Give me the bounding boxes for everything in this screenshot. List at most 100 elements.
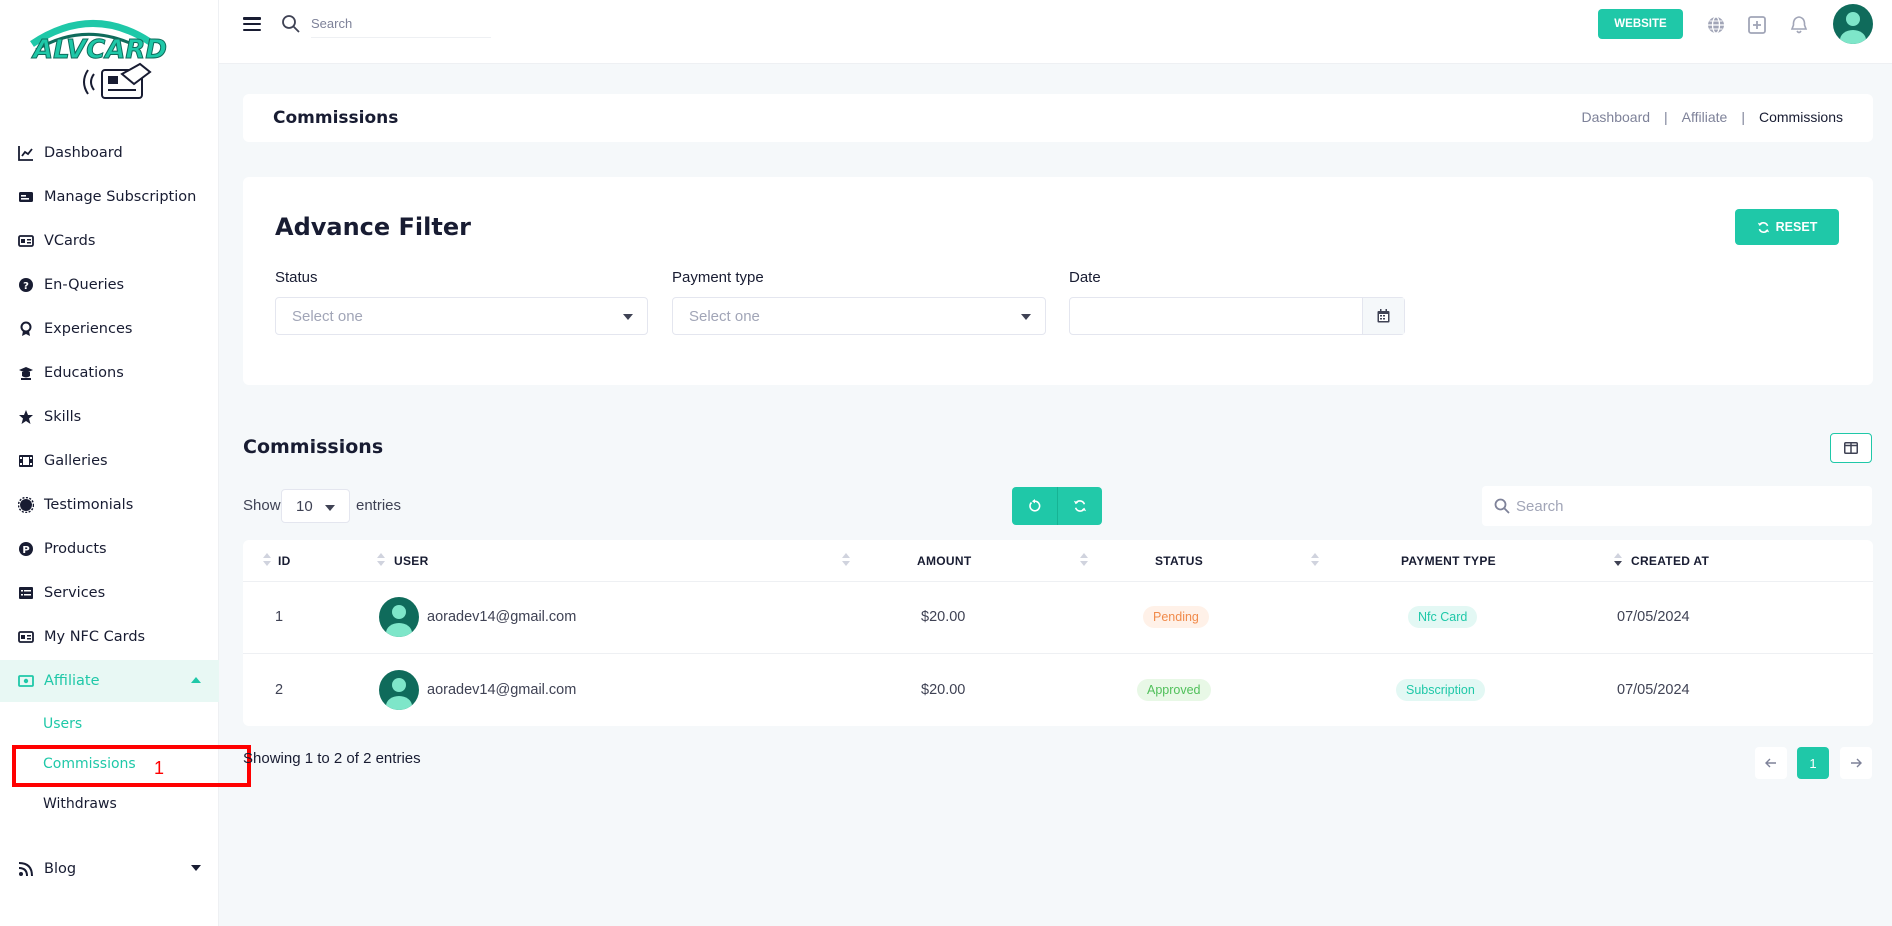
sidebar-item-label: Testimonials bbox=[44, 497, 134, 513]
sidebar-item-products[interactable]: P Products bbox=[0, 528, 219, 570]
sidebar-item-vcards[interactable]: VCards bbox=[0, 220, 219, 262]
column-header-id[interactable]: ID bbox=[278, 554, 291, 568]
filter-title: Advance Filter bbox=[275, 213, 471, 241]
annotation-number: 1 bbox=[154, 758, 165, 778]
sidebar-item-label: Affiliate bbox=[44, 673, 100, 689]
cell-id: 1 bbox=[275, 609, 284, 625]
status-badge: Approved bbox=[1137, 679, 1211, 701]
sidebar-item-en-queries[interactable]: ? En-Queries bbox=[0, 264, 219, 306]
graduation-cap-icon bbox=[18, 365, 34, 381]
user-avatar bbox=[379, 597, 419, 637]
alvcard-logo[interactable]: ALVCARD bbox=[22, 14, 178, 106]
user-avatar[interactable] bbox=[1833, 4, 1873, 44]
sidebar-item-label: VCards bbox=[44, 233, 96, 249]
sidebar-item-blog[interactable]: Blog bbox=[0, 848, 219, 890]
columns-icon bbox=[1844, 442, 1858, 454]
entries-label: entries bbox=[356, 497, 402, 514]
bell-icon[interactable] bbox=[1788, 14, 1810, 36]
sort-icon[interactable] bbox=[263, 553, 271, 567]
cell-user-email[interactable]: aoradev14@gmail.com bbox=[427, 682, 576, 698]
user-avatar bbox=[379, 670, 419, 710]
sidebar-item-manage-subscription[interactable]: Manage Subscription bbox=[0, 176, 219, 218]
status-badge: Pending bbox=[1143, 606, 1209, 628]
sort-icon[interactable] bbox=[1080, 553, 1088, 567]
menu-toggle-icon[interactable] bbox=[243, 17, 261, 31]
sidebar-item-label: My NFC Cards bbox=[44, 629, 146, 645]
list-icon bbox=[18, 585, 34, 601]
section-title: Commissions bbox=[243, 436, 384, 458]
chevron-up-icon bbox=[191, 677, 201, 683]
breadcrumb-affiliate[interactable]: Affiliate bbox=[1682, 109, 1728, 125]
caret-down-icon bbox=[1021, 314, 1031, 320]
sidebar-subitem-users[interactable]: Users bbox=[43, 716, 82, 732]
top-search-input[interactable] bbox=[311, 10, 491, 38]
caret-down-icon bbox=[623, 314, 633, 320]
sidebar-item-label: Experiences bbox=[44, 321, 133, 337]
sidebar-subitem-withdraws[interactable]: Withdraws bbox=[43, 796, 117, 812]
calendar-icon[interactable] bbox=[1362, 298, 1404, 334]
reset-button[interactable]: RESET bbox=[1735, 209, 1839, 245]
column-header-payment-type[interactable]: PAYMENT TYPE bbox=[1401, 554, 1496, 568]
breadcrumb: Dashboard | Affiliate | Commissions bbox=[1582, 109, 1843, 125]
column-header-amount[interactable]: AMOUNT bbox=[917, 554, 971, 568]
sidebar-item-label: Manage Subscription bbox=[44, 189, 197, 205]
product-p-icon: P bbox=[18, 541, 34, 557]
sort-icon[interactable] bbox=[1311, 553, 1319, 567]
star-icon bbox=[18, 409, 34, 425]
sidebar-item-affiliate[interactable]: Affiliate bbox=[0, 660, 219, 702]
date-input[interactable] bbox=[1069, 297, 1405, 335]
payment-type-select[interactable]: Select one bbox=[672, 297, 1046, 335]
cell-user-email[interactable]: aoradev14@gmail.com bbox=[427, 609, 576, 625]
payment-type-badge: Subscription bbox=[1396, 679, 1485, 701]
next-page-button[interactable] bbox=[1840, 747, 1872, 779]
prev-page-button[interactable] bbox=[1755, 747, 1787, 779]
cell-created-at: 07/05/2024 bbox=[1617, 682, 1690, 698]
cell-id: 2 bbox=[275, 682, 284, 698]
refresh-table-button[interactable] bbox=[1057, 487, 1102, 525]
status-label: Status bbox=[275, 269, 318, 286]
cell-amount: $20.00 bbox=[921, 609, 966, 625]
topbar: WEBSITE bbox=[219, 0, 1892, 64]
date-label: Date bbox=[1069, 269, 1101, 286]
column-header-created-at[interactable]: CREATED AT bbox=[1631, 554, 1709, 568]
sidebar-item-label: Blog bbox=[44, 861, 77, 877]
page-length-value: 10 bbox=[296, 497, 313, 515]
sidebar-item-galleries[interactable]: Galleries bbox=[0, 440, 219, 482]
payment-type-badge: Nfc Card bbox=[1408, 606, 1478, 628]
refresh-icon bbox=[1757, 221, 1769, 233]
sort-icon[interactable] bbox=[377, 553, 385, 567]
table-search-input[interactable] bbox=[1516, 486, 1866, 526]
chart-line-icon bbox=[18, 145, 34, 161]
sidebar-item-services[interactable]: Services bbox=[0, 572, 219, 614]
sort-desc-icon[interactable] bbox=[1614, 553, 1622, 567]
page-header-card: Commissions Dashboard | Affiliate | Comm… bbox=[243, 94, 1873, 142]
breadcrumb-separator: | bbox=[1664, 109, 1668, 125]
sidebar-item-my-nfc-cards[interactable]: My NFC Cards bbox=[0, 616, 219, 658]
sidebar-item-skills[interactable]: Skills bbox=[0, 396, 219, 438]
sidebar: ALVCARD Dashboard Manage Subscription VC… bbox=[0, 0, 219, 926]
breadcrumb-dashboard[interactable]: Dashboard bbox=[1582, 109, 1651, 125]
column-visibility-button[interactable] bbox=[1830, 433, 1872, 463]
sidebar-item-experiences[interactable]: Experiences bbox=[0, 308, 219, 350]
page-title: Commissions bbox=[273, 108, 399, 128]
subscription-card-icon bbox=[18, 189, 34, 205]
status-select[interactable]: Select one bbox=[275, 297, 648, 335]
website-button[interactable]: WEBSITE bbox=[1598, 9, 1683, 39]
page-length-select[interactable]: 10 bbox=[281, 489, 350, 523]
sidebar-item-educations[interactable]: Educations bbox=[0, 352, 219, 394]
column-header-user[interactable]: USER bbox=[394, 554, 429, 568]
search-icon bbox=[282, 15, 300, 33]
globe-icon[interactable] bbox=[1705, 14, 1727, 36]
plus-square-icon[interactable] bbox=[1746, 14, 1768, 36]
sort-icon[interactable] bbox=[842, 553, 850, 567]
breadcrumb-current: Commissions bbox=[1758, 109, 1843, 125]
payment-type-select-value: Select one bbox=[689, 307, 760, 325]
reset-table-button[interactable] bbox=[1012, 487, 1057, 525]
commissions-table: ID USER AMOUNT STATUS PAYMENT TYPE CREAT… bbox=[243, 540, 1873, 726]
page-number-button[interactable]: 1 bbox=[1797, 747, 1829, 779]
sidebar-item-testimonials[interactable]: Testimonials bbox=[0, 484, 219, 526]
show-label: Show bbox=[243, 497, 281, 514]
sidebar-item-dashboard[interactable]: Dashboard bbox=[0, 132, 219, 174]
column-header-status[interactable]: STATUS bbox=[1155, 554, 1203, 568]
chevron-down-icon bbox=[191, 865, 201, 871]
